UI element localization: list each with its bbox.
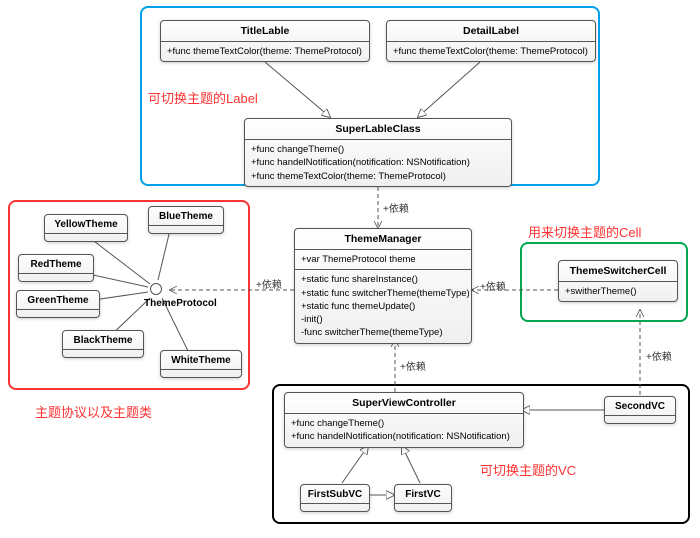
method: +static func switcherTheme(themeType) (301, 287, 465, 300)
group-themes-title: 主题协议以及主题类 (35, 402, 152, 421)
class-WhiteTheme: WhiteTheme (160, 350, 242, 378)
class-SecondVC: SecondVC (604, 396, 676, 424)
method: +func changeTheme() (291, 417, 517, 430)
method: -func switcherTheme(themeType) (301, 326, 465, 339)
class-title: RedTheme (30, 259, 81, 270)
class-title: SuperViewController (285, 393, 523, 414)
class-FirstVC: FirstVC (394, 484, 452, 512)
method: +static func themeUpdate() (301, 300, 465, 313)
method: +func handelNotification(notification: N… (291, 430, 517, 443)
class-title: BlueTheme (159, 211, 213, 222)
interface-lollipop (150, 283, 162, 295)
class-GreenTheme: GreenTheme (16, 290, 100, 318)
class-title: TitleLable (161, 21, 369, 42)
group-vc-title: 可切换主题的VC (480, 460, 576, 479)
method: +switherTheme() (565, 285, 671, 298)
class-YellowTheme: YellowTheme (44, 214, 128, 242)
dep-label-1: +依赖 (383, 200, 409, 215)
method: +static func shareInstance() (301, 273, 465, 286)
class-RedTheme: RedTheme (18, 254, 94, 282)
class-SuperViewController: SuperViewController +func changeTheme() … (284, 392, 524, 448)
class-BlueTheme: BlueTheme (148, 206, 224, 234)
dep-label-4: +依赖 (400, 358, 426, 373)
method: +func themeTextColor(theme: ThemeProtoco… (167, 45, 363, 58)
class-title: BlackTheme (74, 335, 133, 346)
class-ThemeManager: ThemeManager +var ThemeProtocol theme +s… (294, 228, 472, 344)
dep-label-3: +依赖 (480, 278, 506, 293)
method: +func changeTheme() (251, 143, 505, 156)
class-SuperLableClass: SuperLableClass +func changeTheme() +fun… (244, 118, 512, 187)
dep-label-5: +依赖 (646, 348, 672, 363)
dep-label-2: +依赖 (256, 276, 282, 291)
class-DetailLabel: DetailLabel +func themeTextColor(theme: … (386, 20, 596, 62)
attr: +var ThemeProtocol theme (301, 253, 465, 266)
class-title: FirstVC (405, 489, 441, 500)
group-cell-title: 用来切换主题的Cell (528, 222, 641, 241)
class-title: GreenTheme (27, 295, 88, 306)
class-title: WhiteTheme (171, 355, 230, 366)
group-labels-title: 可切换主题的Label (148, 88, 258, 107)
class-ThemeSwitcherCell: ThemeSwitcherCell +switherTheme() (558, 260, 678, 302)
method: +func themeTextColor(theme: ThemeProtoco… (393, 45, 589, 58)
class-title: SuperLableClass (245, 119, 511, 140)
class-title: DetailLabel (387, 21, 595, 42)
class-title: YellowTheme (54, 219, 117, 230)
class-BlackTheme: BlackTheme (62, 330, 144, 358)
method: +func themeTextColor(theme: ThemeProtoco… (251, 170, 505, 183)
interface-ThemeProtocol: ThemeProtocol (144, 298, 217, 309)
class-title: FirstSubVC (308, 489, 362, 500)
class-TitleLable: TitleLable +func themeTextColor(theme: T… (160, 20, 370, 62)
class-FirstSubVC: FirstSubVC (300, 484, 370, 512)
method: +func handelNotification(notification: N… (251, 156, 505, 169)
class-title: ThemeSwitcherCell (559, 261, 677, 282)
class-title: SecondVC (615, 401, 665, 412)
method: -init() (301, 313, 465, 326)
class-title: ThemeManager (295, 229, 471, 250)
